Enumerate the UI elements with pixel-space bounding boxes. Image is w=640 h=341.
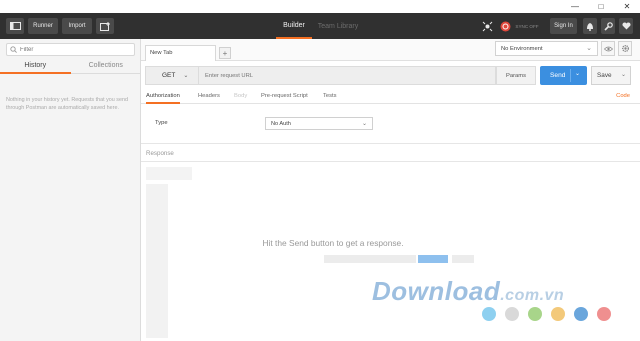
watermark-text: Download [372,276,501,306]
auth-type-select[interactable]: No Auth ⌄ [265,117,373,130]
sync-icon [500,21,510,31]
chevron-down-icon: ⌄ [183,73,189,79]
maximize-icon[interactable]: □ [588,0,614,13]
window-controls: — □ ✕ [562,0,640,13]
sign-in-button[interactable]: Sign In [550,18,577,34]
url-input[interactable] [205,72,485,79]
app-header: Runner Import Builder Team Library SYNC … [0,13,640,39]
request-tab-strip: New Tab + No Environment ⌄ [141,39,640,61]
request-tab[interactable]: New Tab [145,45,216,61]
toggle-sidebar-button[interactable] [6,18,24,34]
request-subtabs: Authorization Headers Body Pre-request S… [141,90,640,104]
wrench-icon [603,21,613,31]
url-field[interactable] [199,66,496,85]
placeholder-bar-highlight [418,255,448,263]
watermark-dot [482,307,496,321]
type-label: Type [155,120,168,126]
tab-history[interactable]: History [0,59,71,74]
window-titlebar: — □ ✕ [0,0,640,13]
sidebar: History Collections Nothing in your hist… [0,39,141,341]
watermark-logo: Download.com.vn [372,276,564,307]
send-hint-text: Hit the Send button to get a response. [262,238,404,248]
placeholder-bar [452,255,474,263]
sync-status-label: SYNC OFF [515,23,539,29]
environment-value: No Environment [501,45,543,52]
tab-builder[interactable]: Builder [276,13,312,39]
favorites-button[interactable] [619,18,633,34]
satellite-icon [482,21,492,31]
chevron-down-icon[interactable]: ⌄ [575,70,580,77]
environment-select[interactable]: No Environment ⌄ [495,41,598,56]
watermark-suffix: .com.vn [500,287,565,304]
tab-collections[interactable]: Collections [70,59,141,74]
chevron-down-icon: ⌄ [586,45,592,52]
watermark-dot [551,307,565,321]
auth-type-value: No Auth [271,120,291,127]
placeholder-bars [324,255,474,263]
save-label: Save [597,72,612,79]
placeholder-bar [324,255,416,263]
tab-authorization[interactable]: Authorization [146,90,180,104]
chevron-down-icon: ⌄ [361,121,367,127]
tab-pre-request-script[interactable]: Pre-request Script [261,90,308,104]
auth-row: Type No Auth ⌄ [155,117,385,131]
close-icon[interactable]: ✕ [614,0,640,13]
method-value: GET [162,72,176,79]
watermark-dots [482,307,611,321]
sidebar-icon [9,22,21,30]
params-button[interactable]: Params [496,66,536,85]
divider [141,143,640,144]
watermark-dot [528,307,542,321]
minimize-icon[interactable]: — [562,0,588,13]
chevron-down-icon[interactable]: ⌄ [621,71,626,78]
new-window-button[interactable] [96,18,114,34]
filter-input[interactable] [20,46,130,53]
manage-environments-button[interactable] [618,41,632,56]
code-link[interactable]: Code [616,90,630,104]
settings-button[interactable] [601,18,615,34]
divider [141,161,640,162]
tab-body: Body [234,93,248,99]
send-label: Send [550,72,566,79]
environment-quick-look-button[interactable] [601,41,615,56]
sidebar-tabs: History Collections [0,59,141,74]
save-button[interactable]: Save ⌄ [591,66,631,85]
response-label: Response [146,150,174,157]
watermark-dot [505,307,519,321]
import-button[interactable]: Import [62,18,92,34]
filter-box[interactable] [6,43,135,56]
search-icon [10,46,17,53]
tab-team-library[interactable]: Team Library [316,13,360,39]
tab-tests[interactable]: Tests [323,90,337,104]
url-bar: GET ⌄ Params Send ⌄ Save ⌄ [145,66,639,85]
interceptor-button[interactable] [478,18,496,34]
sync-button[interactable] [498,18,512,34]
new-window-icon [99,21,110,31]
bell-icon [587,22,593,31]
send-divider [570,69,571,82]
method-select[interactable]: GET ⌄ [145,66,199,85]
heart-icon [621,22,631,30]
response-meta-placeholder [146,167,192,180]
add-tab-button[interactable]: + [219,47,231,59]
watermark-dot [597,307,611,321]
send-button[interactable]: Send ⌄ [540,66,587,85]
history-empty-message: Nothing in your history yet. Requests th… [6,97,128,111]
notifications-button[interactable] [583,18,597,34]
tab-headers[interactable]: Headers [198,90,220,104]
gear-icon [621,45,629,52]
runner-button[interactable]: Runner [28,18,58,34]
eye-icon [603,46,613,51]
watermark-dot [574,307,588,321]
